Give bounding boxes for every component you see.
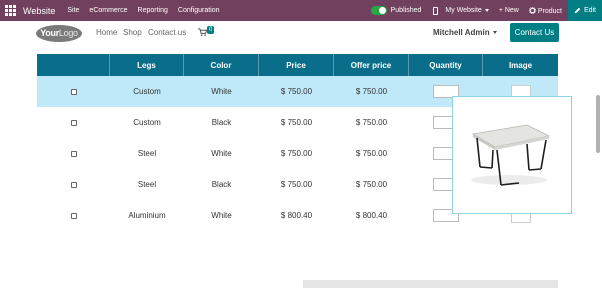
cell-price: $ 800.40 <box>280 211 313 220</box>
mobile-icon[interactable] <box>433 6 439 15</box>
product-button[interactable]: Product <box>528 6 562 15</box>
logo-text-your: Your <box>40 28 59 38</box>
cell-price: $ 750.00 <box>280 149 313 158</box>
chevron-down-icon <box>484 8 489 12</box>
nav-contact-us[interactable]: Contact us <box>148 28 186 37</box>
cell-offer-price: $ 750.00 <box>355 87 388 96</box>
contact-us-button[interactable]: Contact Us <box>510 23 559 42</box>
cell-offer-price: $ 750.00 <box>355 118 388 127</box>
header-image: Image <box>508 60 533 70</box>
cell-color: Black <box>211 118 232 127</box>
user-name: Mitchell Admin <box>433 28 490 37</box>
header-offer-price: Offer price <box>334 54 409 76</box>
site-selector[interactable]: My Website <box>445 7 489 14</box>
cell-legs: Aluminium <box>128 211 166 220</box>
nav-home[interactable]: Home <box>96 28 117 37</box>
row-checkbox[interactable] <box>70 119 77 126</box>
app-brand[interactable]: Website <box>23 6 55 16</box>
row-checkbox[interactable] <box>70 212 77 219</box>
cell-price: $ 750.00 <box>280 87 313 96</box>
cart-icon[interactable] <box>198 28 207 36</box>
cell-offer-price: $ 750.00 <box>355 180 388 189</box>
edit-button[interactable]: Edit <box>567 0 602 21</box>
select-cell <box>37 76 110 107</box>
cell-legs: Custom <box>133 118 161 127</box>
published-label: Published <box>390 7 422 14</box>
cell-legs: Steel <box>137 149 157 158</box>
table-product-image <box>471 124 551 186</box>
cell-color: Black <box>211 180 232 189</box>
bottom-section-edge <box>303 280 558 288</box>
cell-legs: Custom <box>133 87 161 96</box>
cell-color: White <box>211 149 232 158</box>
site-selector-label: My Website <box>445 7 482 14</box>
pencil-icon <box>574 7 581 14</box>
cell-legs: Steel <box>137 180 157 189</box>
cell-offer-price: $ 750.00 <box>355 149 388 158</box>
product-label: Product <box>537 7 562 15</box>
gear-icon <box>528 6 536 14</box>
new-button[interactable]: + New <box>499 7 519 14</box>
row-checkbox[interactable] <box>70 88 77 95</box>
cell-color: White <box>211 87 232 96</box>
nav-shop[interactable]: Shop <box>123 28 142 37</box>
apps-grid-icon[interactable] <box>5 4 17 17</box>
chevron-down-icon <box>492 31 497 35</box>
menu-reporting[interactable]: Reporting <box>138 7 168 14</box>
cell-price: $ 750.00 <box>280 118 313 127</box>
cell-price: $ 750.00 <box>280 180 313 189</box>
cell-offer-price: $ 800.40 <box>355 211 388 220</box>
header-select <box>37 54 110 76</box>
select-cell <box>37 138 110 169</box>
row-checkbox[interactable] <box>70 181 77 188</box>
top-navbar: Website Site eCommerce Reporting Configu… <box>0 0 602 21</box>
header-legs: Legs <box>110 54 184 76</box>
edit-label: Edit <box>583 7 596 14</box>
header-price: Price <box>259 54 334 76</box>
menu-configuration[interactable]: Configuration <box>178 7 220 14</box>
table-header: Legs Color Price Offer price Quantity Im… <box>37 54 558 76</box>
menu-site[interactable]: Site <box>67 7 79 14</box>
select-cell <box>37 200 110 231</box>
cart-count-badge: 0 <box>207 26 215 34</box>
select-cell <box>37 107 110 138</box>
image-preview-popup <box>452 96 572 214</box>
page-scrollbar[interactable] <box>596 95 600 153</box>
site-logo[interactable]: YourLogo <box>36 25 82 42</box>
user-menu[interactable]: Mitchell Admin <box>433 28 497 37</box>
cell-color: White <box>211 211 232 220</box>
select-cell <box>37 169 110 200</box>
header-quantity: Quantity <box>409 54 483 76</box>
row-checkbox[interactable] <box>70 150 77 157</box>
menu-ecommerce[interactable]: eCommerce <box>89 7 127 14</box>
logo-text-logo: Logo <box>58 28 78 38</box>
header-color: Color <box>184 54 259 76</box>
published-toggle[interactable] <box>370 6 387 15</box>
